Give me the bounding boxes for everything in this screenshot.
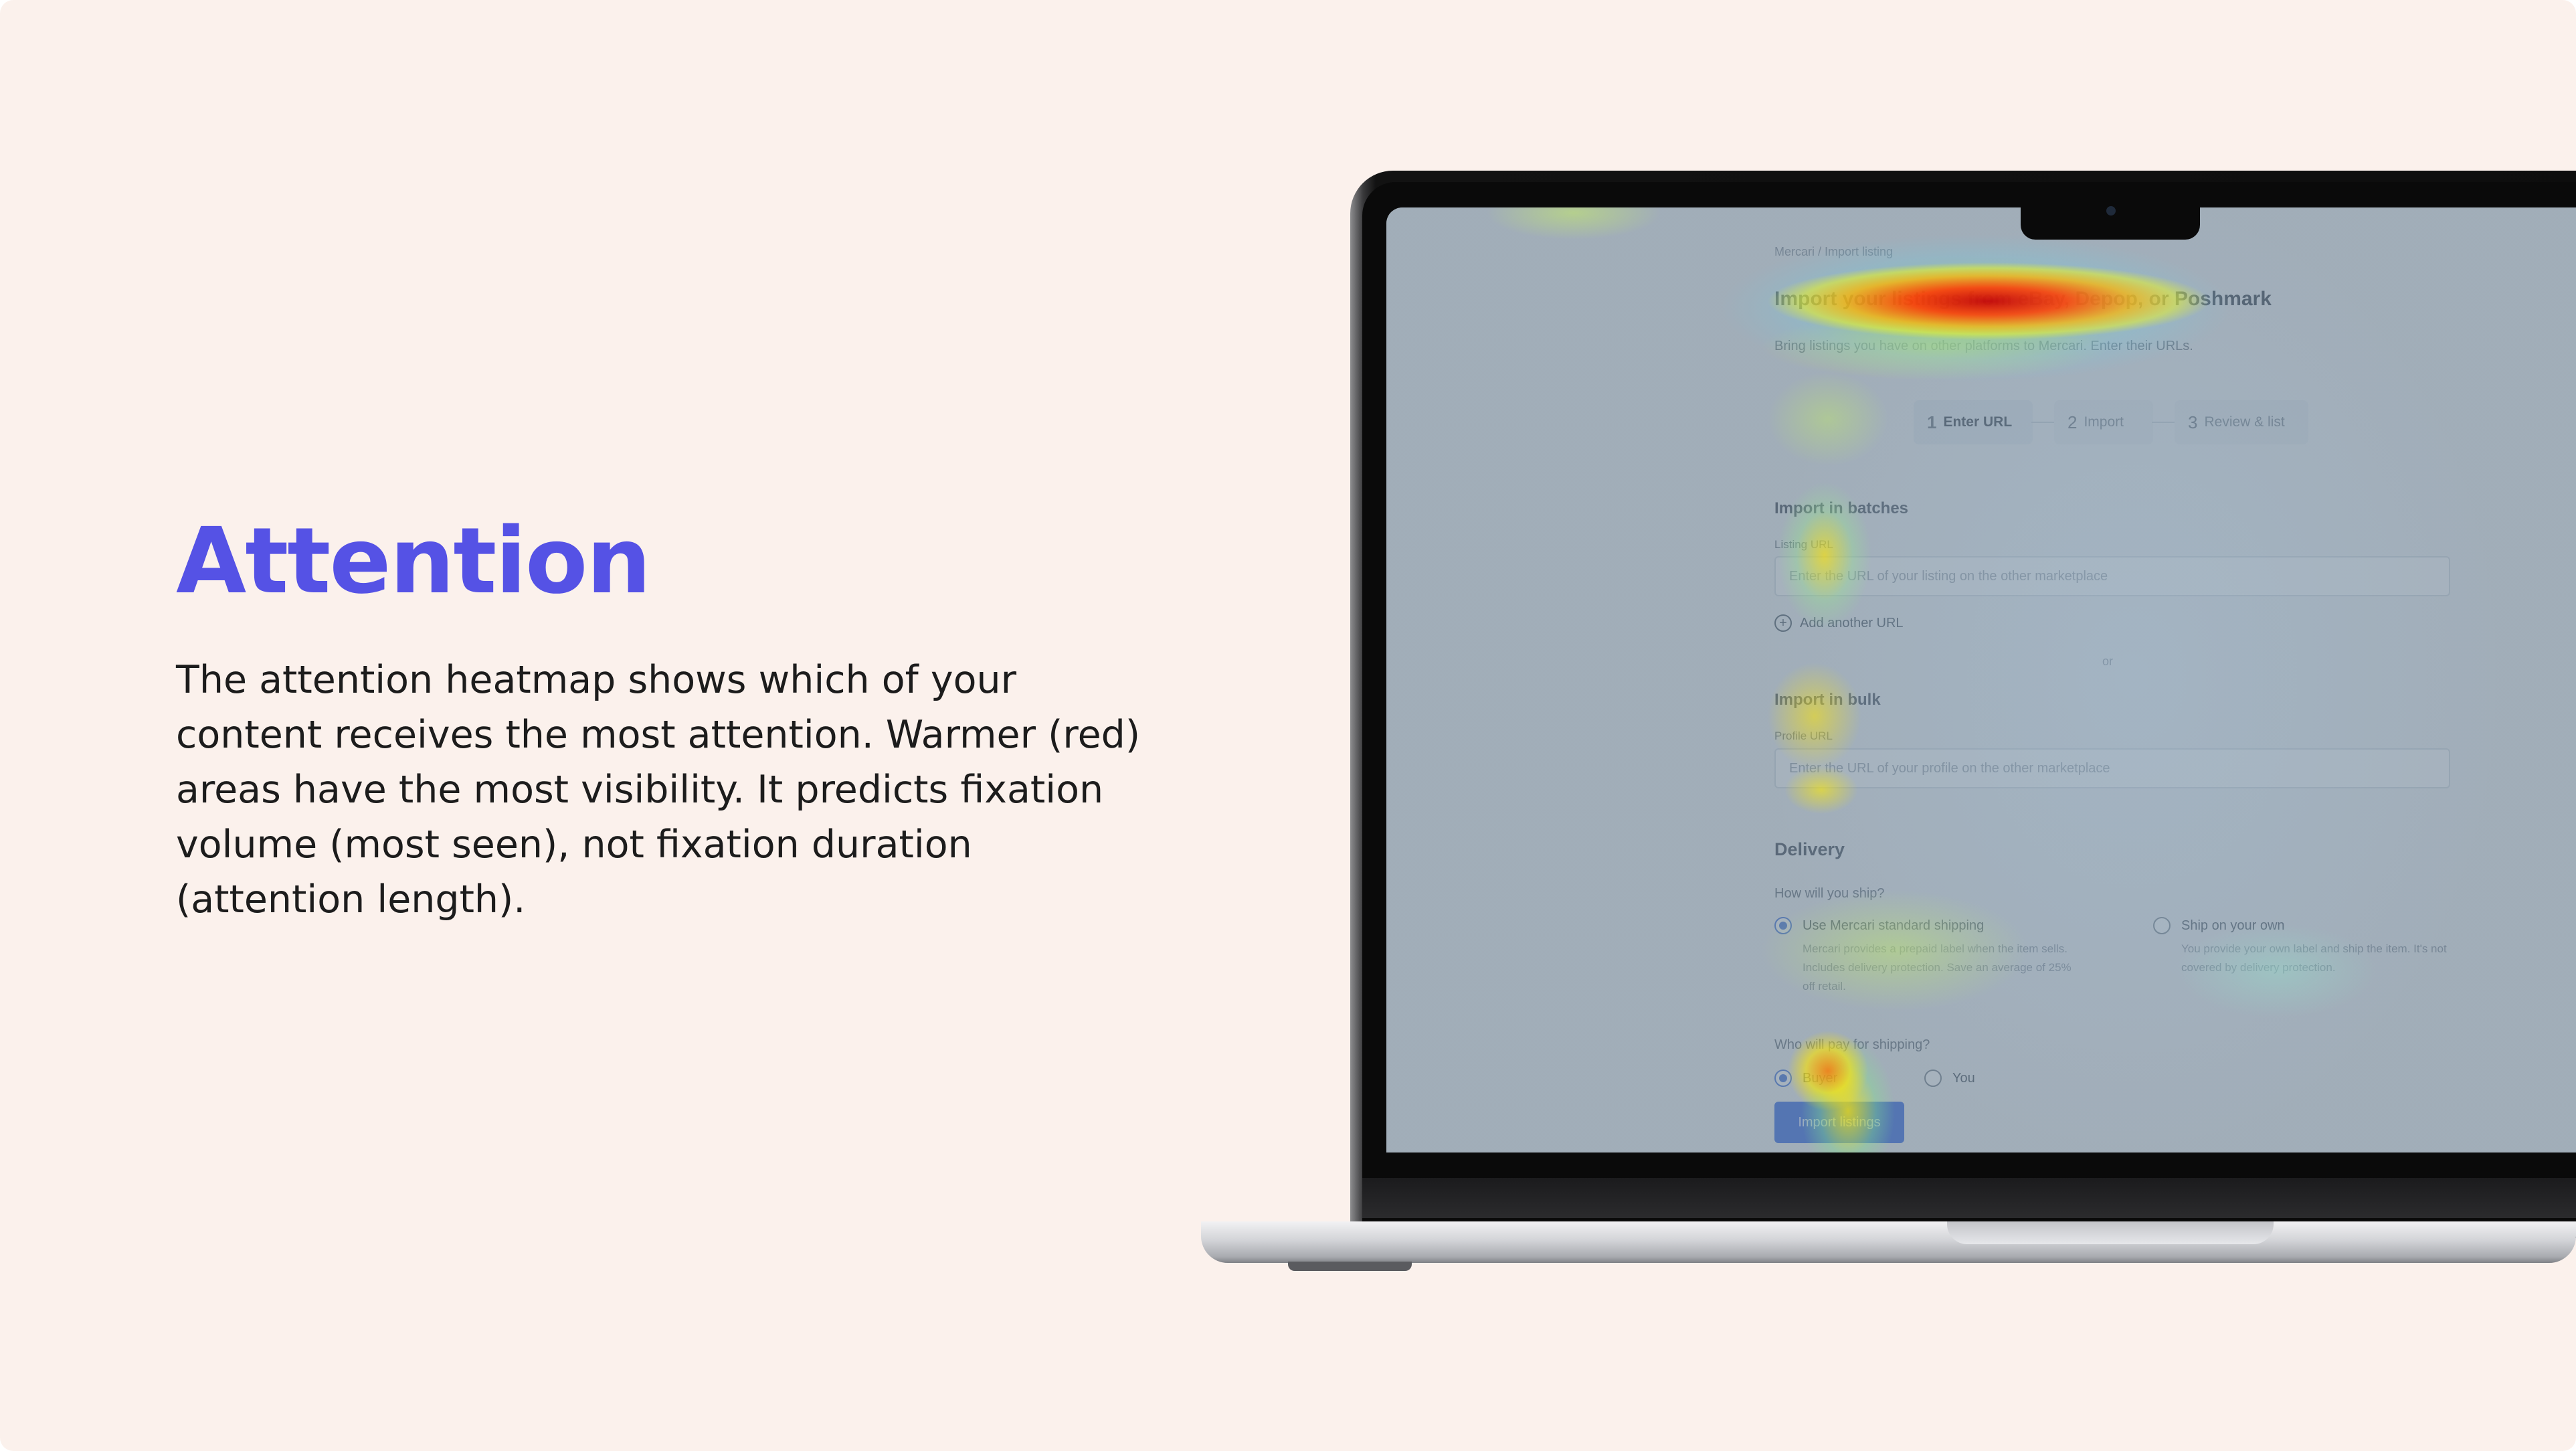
payer-option-label: Buyer <box>1803 1070 1838 1086</box>
laptop-screen: Mercari / Import listing Import your lis… <box>1386 207 2576 1153</box>
or-divider: or <box>2102 655 2114 668</box>
import-listings-button[interactable]: Import listings <box>1774 1102 1904 1143</box>
ship-question: How will you ship? <box>1774 886 1885 901</box>
step-label: Enter URL <box>1943 414 2013 430</box>
step-separator <box>2152 422 2175 423</box>
laptop-lid-recess <box>1947 1221 2274 1244</box>
page-subtitle: Bring listings you have on other platfor… <box>1774 339 2193 353</box>
listing-url-label: Listing URL <box>1774 538 1833 551</box>
radio-icon[interactable] <box>2153 917 2171 934</box>
batches-title: Import in batches <box>1774 499 1909 517</box>
shipping-option-label: Use Mercari standard shipping <box>1803 918 1985 933</box>
bulk-title: Import in bulk <box>1774 691 1881 709</box>
camera-icon <box>2106 206 2116 216</box>
slide-description: The attention heatmap shows which of you… <box>176 658 1141 922</box>
laptop-foot <box>1288 1262 1412 1271</box>
breadcrumb[interactable]: Mercari / Import listing <box>1774 245 1893 259</box>
radio-icon[interactable] <box>1924 1070 1942 1087</box>
shipping-option-own[interactable]: Ship on your own You provide your own la… <box>2153 917 2462 977</box>
shipping-option-desc: You provide your own label and ship the … <box>2181 942 2447 974</box>
listing-url-input[interactable] <box>1774 556 2450 596</box>
payer-option-label: You <box>1952 1070 1975 1086</box>
slide: Attention The attention heatmap shows wh… <box>0 0 2576 1451</box>
step-review-list[interactable]: 3 Review & list <box>2175 400 2308 444</box>
shipping-option-mercari[interactable]: Use Mercari standard shipping Mercari pr… <box>1774 917 2084 996</box>
plus-circle-icon: + <box>1774 614 1792 632</box>
step-separator <box>2031 422 2054 423</box>
shipping-option-label: Ship on your own <box>2181 918 2285 933</box>
camera-notch <box>2021 199 2200 240</box>
step-number: 1 <box>1927 412 1937 432</box>
add-url-label: Add another URL <box>1800 615 1904 630</box>
payer-option-you[interactable]: You <box>1924 1070 1975 1087</box>
step-label: Review & list <box>2204 414 2285 430</box>
step-number: 3 <box>2188 412 2198 432</box>
radio-checked-icon[interactable] <box>1774 917 1792 934</box>
step-number: 2 <box>2067 412 2078 432</box>
slide-heading: Attention <box>176 509 651 614</box>
step-import[interactable]: 2 Import <box>2054 400 2153 444</box>
profile-url-label: Profile URL <box>1774 730 1833 742</box>
shipping-option-desc: Mercari provides a prepaid label when th… <box>1803 942 2072 993</box>
laptop-chin <box>1362 1178 2576 1218</box>
delivery-title: Delivery <box>1774 839 1845 859</box>
add-url-button[interactable]: + Add another URL <box>1774 614 1904 632</box>
radio-checked-icon[interactable] <box>1774 1070 1792 1087</box>
step-enter-url[interactable]: 1 Enter URL <box>1914 400 2033 444</box>
payer-option-buyer[interactable]: Buyer <box>1774 1070 1837 1087</box>
page-title: Import your listings from eBay, Depop, o… <box>1774 288 2272 310</box>
step-label: Import <box>2084 414 2124 430</box>
laptop-base <box>1201 1221 2576 1263</box>
payer-question: Who will pay for shipping? <box>1774 1037 1930 1052</box>
profile-url-input[interactable] <box>1774 748 2450 788</box>
